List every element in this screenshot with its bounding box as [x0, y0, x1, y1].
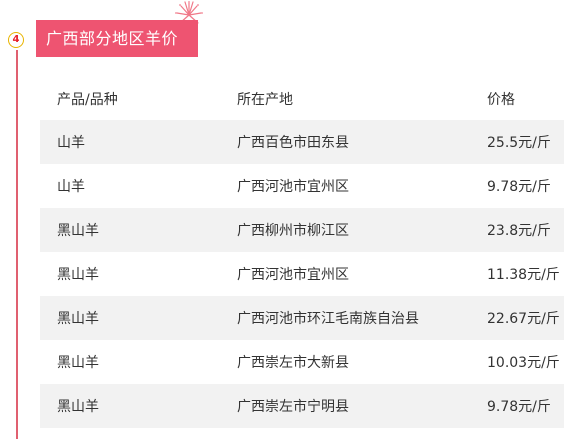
cell-product: 黑山羊 — [57, 355, 99, 371]
cell-location: 广西河池市环江毛南族自治县 — [237, 311, 419, 327]
table-row: 山羊 广西河池市宜州区 9.78元/斤 — [40, 164, 564, 208]
header-price: 价格 — [487, 91, 515, 108]
timeline-line — [16, 50, 18, 439]
cell-location: 广西崇左市大新县 — [237, 355, 349, 371]
header-location: 所在产地 — [237, 91, 293, 108]
cell-product: 山羊 — [57, 179, 85, 195]
table-row: 黑山羊 广西崇左市宁明县 9.78元/斤 — [40, 384, 564, 428]
table-row: 黑山羊 广西河池市环江毛南族自治县 22.67元/斤 — [40, 296, 564, 340]
cell-location: 广西百色市田东县 — [237, 135, 349, 151]
table-row: 黑山羊 广西崇左市大新县 10.03元/斤 — [40, 340, 564, 384]
cell-location: 广西河池市宜州区 — [237, 179, 349, 195]
cell-price: 25.5元/斤 — [487, 135, 551, 151]
cell-price: 10.03元/斤 — [487, 355, 560, 371]
price-table: 产品/品种 所在产地 价格 山羊 广西百色市田东县 25.5元/斤 山羊 广西河… — [40, 77, 564, 428]
cell-product: 黑山羊 — [57, 311, 99, 327]
cell-product: 黑山羊 — [57, 223, 99, 239]
table-header-row: 产品/品种 所在产地 价格 — [40, 77, 564, 120]
header-product: 产品/品种 — [57, 91, 118, 108]
cell-price: 9.78元/斤 — [487, 399, 551, 415]
cell-location: 广西柳州市柳江区 — [237, 223, 349, 239]
table-row: 黑山羊 广西河池市宜州区 11.38元/斤 — [40, 252, 564, 296]
cell-price: 23.8元/斤 — [487, 223, 551, 239]
cell-price: 11.38元/斤 — [487, 267, 560, 283]
cell-location: 广西崇左市宁明县 — [237, 399, 349, 415]
cell-price: 9.78元/斤 — [487, 179, 551, 195]
cell-product: 山羊 — [57, 135, 85, 151]
section-number-badge: 4 — [8, 32, 24, 48]
cell-product: 黑山羊 — [57, 399, 99, 415]
cell-product: 黑山羊 — [57, 267, 99, 283]
cell-price: 22.67元/斤 — [487, 311, 560, 327]
table-row: 黑山羊 广西柳州市柳江区 23.8元/斤 — [40, 208, 564, 252]
cell-location: 广西河池市宜州区 — [237, 267, 349, 283]
section-title: 广西部分地区羊价 — [36, 20, 198, 57]
table-row: 山羊 广西百色市田东县 25.5元/斤 — [40, 120, 564, 164]
